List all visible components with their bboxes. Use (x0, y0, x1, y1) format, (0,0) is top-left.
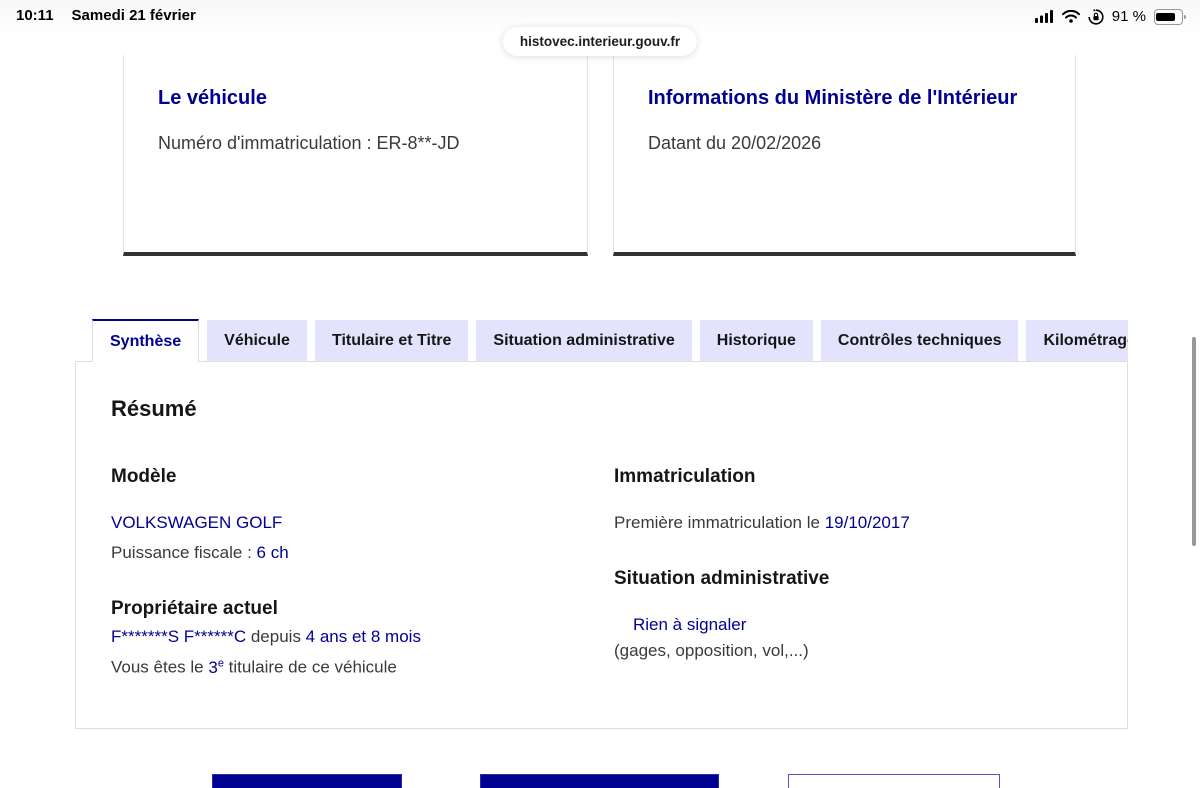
tab-historique[interactable]: Historique (699, 320, 813, 361)
synthese-panel: Résumé Modèle VOLKSWAGEN GOLF Puissance … (75, 361, 1128, 729)
admin-status-note: (gages, opposition, vol,...) (614, 641, 809, 660)
owner-since-label: depuis (246, 627, 306, 646)
registration-heading: Immatriculation (614, 466, 756, 487)
holder-rank: 3e (208, 657, 224, 677)
summary-left-column: Modèle VOLKSWAGEN GOLF Puissance fiscale… (111, 465, 581, 680)
holder-line: Vous êtes le 3e titulaire de ce véhicule (111, 651, 581, 680)
bottom-primary-button-1[interactable] (212, 774, 402, 788)
holder-suffix: titulaire de ce véhicule (223, 657, 397, 677)
status-left: 10:11 Samedi 21 février (16, 7, 196, 24)
vertical-scrollbar[interactable] (1192, 337, 1196, 546)
ministry-card: Informations du Ministère de l'Intérieur… (613, 55, 1076, 256)
holder-prefix: Vous êtes le (111, 657, 209, 677)
summary-title: Résumé (111, 396, 197, 421)
ministry-card-title: Informations du Ministère de l'Intérieur (648, 87, 1018, 109)
tab-vehicule[interactable]: Véhicule (207, 320, 307, 361)
summary-right-column: Immatriculation Première immatriculation… (614, 465, 1084, 663)
vehicle-card-title: Le véhicule (158, 87, 267, 109)
model-heading: Modèle (111, 466, 177, 487)
tab-kilometrage[interactable]: Kilométrage (1026, 320, 1128, 361)
admin-status-heading: Situation administrative (614, 568, 830, 589)
rotation-lock-icon (1088, 8, 1104, 25)
fiscal-power-label: Puissance fiscale : (111, 543, 257, 562)
owner-line: F*******S F******C depuis 4 ans et 8 moi… (111, 625, 581, 649)
wifi-icon (1061, 10, 1080, 23)
ministry-card-date: Datant du 20/02/2026 (648, 133, 822, 153)
tab-bar: Synthèse Véhicule Titulaire et Titre Sit… (75, 318, 1128, 362)
admin-status-value: Rien à signaler (633, 615, 747, 634)
fiscal-power-line: Puissance fiscale : 6 ch (111, 541, 581, 565)
model-value: VOLKSWAGEN GOLF (111, 513, 283, 532)
tab-controles-techniques[interactable]: Contrôles techniques (820, 320, 1019, 361)
tab-synthese[interactable]: Synthèse (92, 319, 200, 362)
vehicle-card: Le véhicule Numéro d'immatriculation : E… (123, 55, 588, 256)
bottom-secondary-button[interactable] (788, 774, 1000, 788)
first-registration-line: Première immatriculation le 19/10/2017 (614, 511, 1084, 535)
status-date: Samedi 21 février (71, 7, 196, 24)
fiscal-power-value: 6 ch (256, 543, 289, 562)
first-registration-date: 19/10/2017 (824, 513, 910, 532)
tab-titulaire-et-titre[interactable]: Titulaire et Titre (314, 320, 469, 361)
tab-situation-administrative[interactable]: Situation administrative (476, 320, 692, 361)
battery-percent: 91 % (1111, 8, 1146, 25)
status-time: 10:11 (16, 7, 54, 24)
bottom-primary-button-2[interactable] (480, 774, 719, 788)
cellular-signal-icon (1034, 10, 1054, 23)
vehicle-card-plate: Numéro d'immatriculation : ER-8**-JD (158, 133, 460, 153)
first-registration-label: Première immatriculation le (614, 513, 825, 532)
status-right: 91 % (1034, 8, 1186, 25)
owner-masked-name: F*******S F******C (111, 627, 247, 646)
owner-since-value: 4 ans et 8 mois (305, 627, 421, 646)
battery-icon (1154, 8, 1186, 25)
url-pill[interactable]: histovec.interieur.gouv.fr (502, 27, 698, 56)
owner-heading: Propriétaire actuel (111, 598, 278, 619)
